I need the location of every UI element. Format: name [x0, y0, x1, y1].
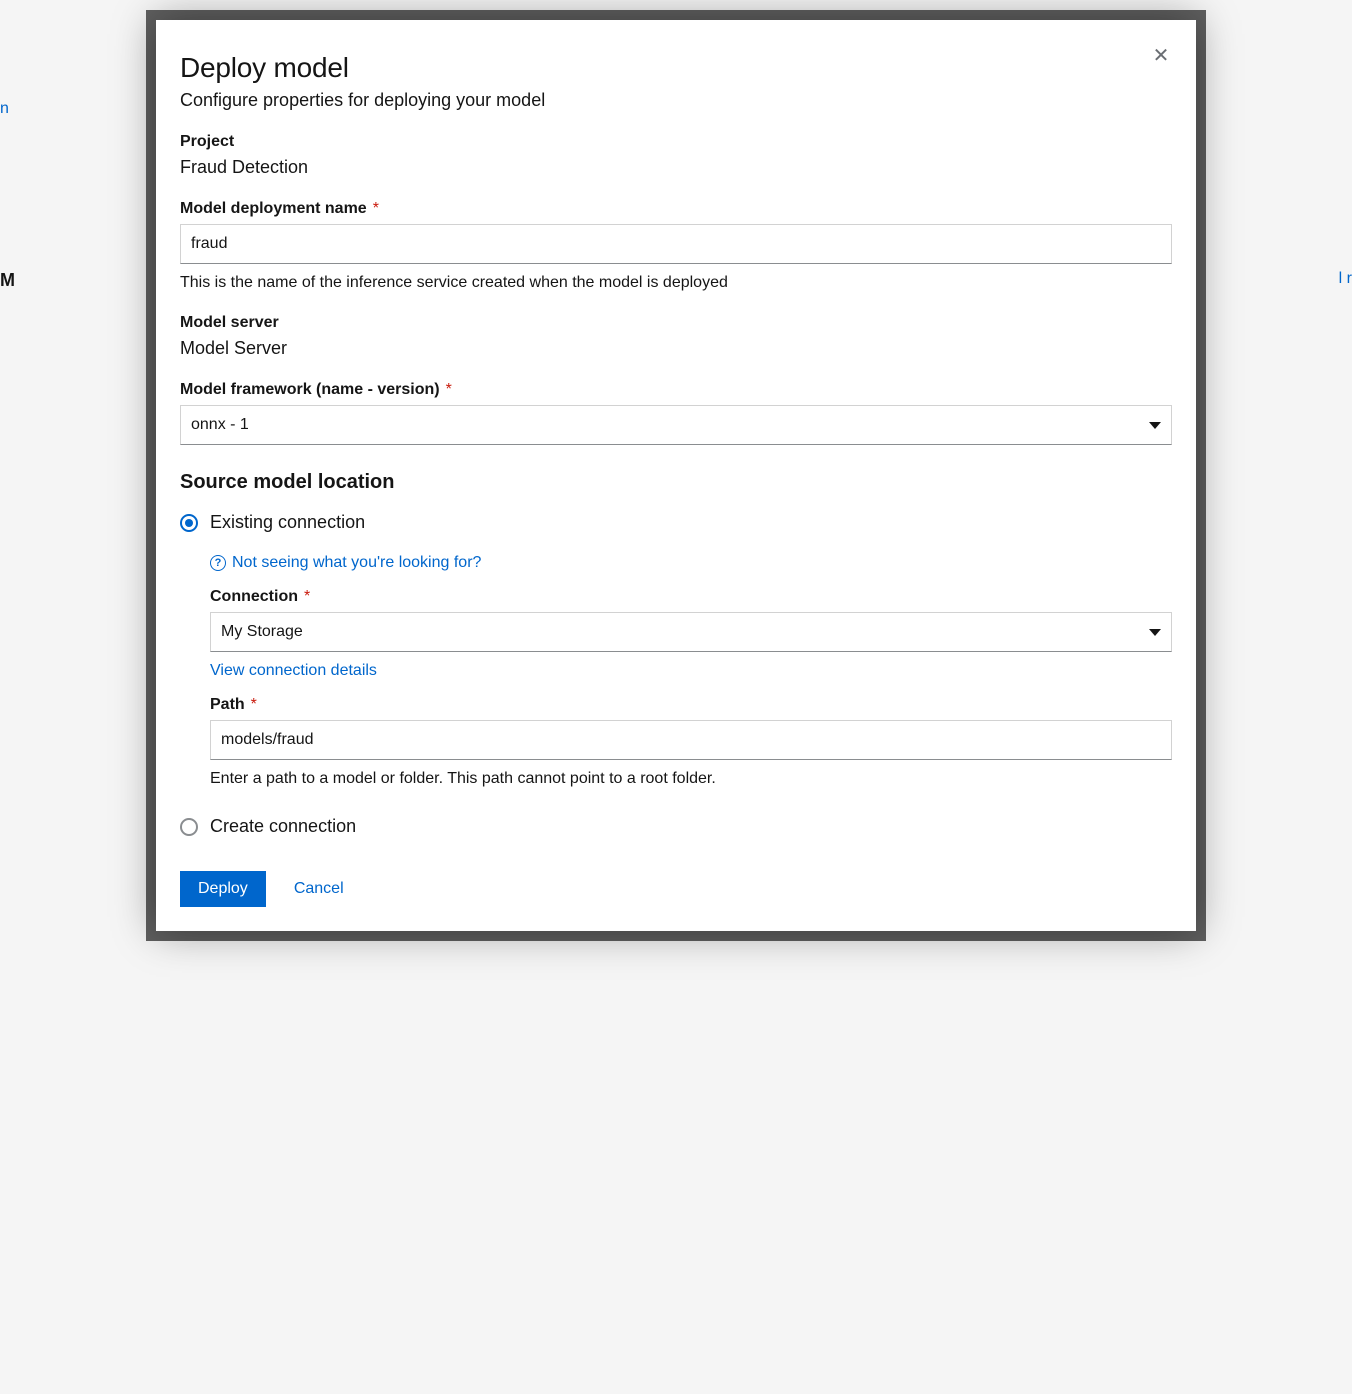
bg-link-fragment-right: l r [1339, 270, 1352, 288]
source-location-heading: Source model location [180, 471, 1172, 494]
project-label: Project [180, 133, 1172, 151]
radio-create-connection[interactable] [180, 818, 198, 836]
path-label: Path* [210, 696, 1172, 714]
close-icon: ✕ [1153, 43, 1170, 68]
close-button[interactable]: ✕ [1146, 40, 1176, 70]
modal-title: Deploy model [180, 52, 1172, 84]
model-server-label: Model server [180, 314, 1172, 332]
deploy-button[interactable]: Deploy [180, 871, 266, 907]
connection-selected: My Storage [221, 623, 303, 641]
path-help: Enter a path to a model or folder. This … [210, 770, 1172, 788]
radio-existing-label[interactable]: Existing connection [210, 512, 365, 533]
deployment-name-input[interactable] [180, 224, 1172, 264]
required-asterisk: * [446, 381, 452, 398]
bg-text-fragment: M [0, 270, 15, 291]
caret-down-icon [1149, 629, 1161, 636]
modal-description: Configure properties for deploying your … [180, 90, 1172, 111]
framework-selected: onnx - 1 [191, 416, 249, 434]
framework-label: Model framework (name - version)* [180, 381, 1172, 399]
cancel-button[interactable]: Cancel [294, 880, 344, 898]
required-asterisk: * [373, 200, 379, 217]
project-value: Fraud Detection [180, 157, 1172, 178]
framework-select[interactable]: onnx - 1 [180, 405, 1172, 445]
caret-down-icon [1149, 422, 1161, 429]
required-asterisk: * [251, 696, 257, 713]
model-server-value: Model Server [180, 338, 1172, 359]
deployment-name-label: Model deployment name* [180, 200, 1172, 218]
question-circle-icon: ? [210, 555, 226, 571]
not-seeing-link[interactable]: ? Not seeing what you're looking for? [210, 554, 481, 572]
radio-create-label[interactable]: Create connection [210, 816, 356, 837]
required-asterisk: * [304, 588, 310, 605]
path-input[interactable] [210, 720, 1172, 760]
deploy-model-modal: ✕ Deploy model Configure properties for … [156, 20, 1196, 931]
bg-link-fragment: n [0, 100, 9, 118]
deployment-name-help: This is the name of the inference servic… [180, 274, 1172, 292]
view-connection-details-link[interactable]: View connection details [210, 662, 377, 680]
radio-existing-connection[interactable] [180, 514, 198, 532]
connection-select[interactable]: My Storage [210, 612, 1172, 652]
connection-label: Connection* [210, 588, 1172, 606]
